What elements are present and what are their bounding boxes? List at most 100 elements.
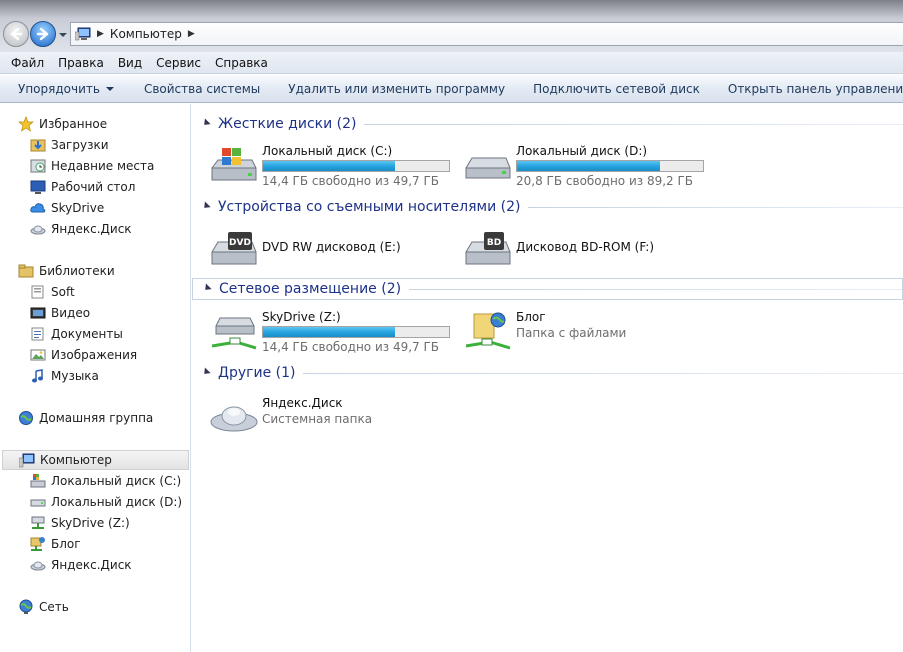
sidebar-item-downloads[interactable]: Загрузки [30,135,109,155]
forward-arrow-icon [36,27,49,41]
group-divider [364,123,903,125]
sidebar-item-pictures[interactable]: Изображения [30,345,137,365]
collapse-arrow-icon[interactable] [201,366,211,377]
drive-free-space: 14,4 ГБ свободно из 49,7 ГБ [262,174,440,188]
drive-free-space: 14,4 ГБ свободно из 49,7 ГБ [262,340,440,354]
network-drive-icon [30,515,46,531]
sidebar-label: Загрузки [51,138,109,152]
sidebar-libraries[interactable]: Библиотеки [18,261,115,281]
sidebar-label: Библиотеки [39,264,115,278]
sidebar-item-yandex-disk[interactable]: Яндекс.Диск [30,219,132,239]
sidebar-favorites[interactable]: Избранное [18,114,107,134]
drive-name: SkyDrive (Z:) [262,310,341,324]
sidebar-item-blog[interactable]: Блог [30,534,81,554]
group-header-other[interactable]: Другие (1) [192,362,903,384]
organize-label: Упорядочить [18,81,100,96]
hdd-windows-icon [211,148,257,181]
system-properties-button[interactable]: Свойства системы [138,82,274,96]
sidebar-label: Soft [51,285,75,299]
sidebar-item-recent-places[interactable]: Недавние места [30,156,154,176]
command-bar: Упорядочить Свойства системы Удалить или… [0,75,903,103]
menu-tools[interactable]: Сервис [149,56,208,70]
music-icon [30,368,46,384]
menu-help[interactable]: Справка [208,56,275,70]
sidebar-item-desktop[interactable]: Рабочий стол [30,177,135,197]
documents-icon [30,326,46,342]
sidebar-label: Изображения [51,348,138,362]
collapse-arrow-icon[interactable] [201,117,211,128]
sidebar-item-skydrive[interactable]: SkyDrive [30,198,104,218]
sidebar-label: Рабочий стол [51,180,136,194]
hdd-icon [30,494,46,510]
group-header-hard-disks[interactable]: Жесткие диски (2) [192,113,903,135]
group-header-network-location[interactable]: Сетевое размещение (2) [192,278,903,300]
back-button[interactable] [3,21,29,47]
sidebar-item-drive-z[interactable]: SkyDrive (Z:) [30,513,130,533]
libraries-icon [18,263,34,279]
folder-name: Блог [516,310,546,324]
drive-tile-z[interactable]: SkyDrive (Z:) 14,4 ГБ свободно из 49,7 Г… [210,310,460,354]
sidebar-item-yandex-disk-2[interactable]: Яндекс.Диск [30,555,132,575]
bd-badge: BD [487,238,501,248]
bd-rom-drive-icon: BD [465,232,511,265]
breadcrumb-separator[interactable]: ▶ [97,29,104,39]
folder-tile-blog[interactable]: Блог Папка с файлами [464,310,714,354]
sidebar-network[interactable]: Сеть [18,597,69,617]
map-network-drive-button[interactable]: Подключить сетевой диск [527,82,714,96]
sidebar-label: Яндекс.Диск [51,222,132,236]
open-control-panel-button[interactable]: Открыть панель управления [722,82,903,96]
sidebar-label: Яндекс.Диск [51,558,132,572]
folder-type: Системная папка [262,412,373,426]
group-divider [528,206,903,208]
sidebar-label: Локальный диск (D:) [51,495,183,509]
drive-tile-f[interactable]: BD Дисковод BD-ROM (F:) [464,226,714,270]
sidebar-item-drive-c[interactable]: Локальный диск (C:) [30,471,181,491]
group-header-removable[interactable]: Устройства со съемными носителями (2) [192,196,903,218]
folder-tile-yandex-disk[interactable]: Яндекс.Диск Системная папка [210,396,460,440]
forward-button[interactable] [30,21,56,47]
navigation-pane: Избранное Загрузки Недавние места Рабочи… [0,104,191,652]
drive-free-space: 20,8 ГБ свободно из 89,2 ГБ [516,174,694,188]
drive-name: DVD RW дисковод (E:) [262,240,401,254]
sidebar-label: Сеть [39,600,69,614]
drive-tile-d[interactable]: Локальный диск (D:) 20,8 ГБ свободно из … [464,144,714,188]
sidebar-label: SkyDrive [51,201,105,215]
sidebar-item-video[interactable]: Видео [30,303,90,323]
desktop-icon [30,179,46,195]
video-icon [30,305,46,321]
drive-usage-fill [263,327,396,337]
sidebar-label: Локальный диск (C:) [51,474,182,488]
menu-file[interactable]: Файл [4,56,51,70]
group-divider [303,372,903,374]
breadcrumb-computer[interactable]: Компьютер [110,27,182,41]
sidebar-item-drive-d[interactable]: Локальный диск (D:) [30,492,182,512]
sidebar-computer[interactable]: Компьютер [2,450,189,470]
sidebar-homegroup[interactable]: Домашняя группа [18,408,153,428]
network-drive-icon [211,317,257,350]
dvd-badge: DVD [229,238,251,248]
uninstall-program-button[interactable]: Удалить или изменить программу [282,82,519,96]
recent-pages-dropdown-icon[interactable] [58,30,68,40]
address-field[interactable]: ▶ Компьютер ▶ [70,22,903,46]
yandex-disk-icon [30,557,46,573]
folder-type: Папка с файлами [516,326,627,340]
computer-icon [19,452,35,468]
sidebar-label: Домашняя группа [39,411,154,425]
breadcrumb-separator[interactable]: ▶ [188,29,195,39]
network-icon [18,599,34,615]
group-title: Устройства со съемными носителями (2) [218,199,521,215]
sidebar-label: Избранное [39,117,108,131]
menu-edit[interactable]: Правка [51,56,111,70]
collapse-arrow-icon[interactable] [201,200,211,211]
organize-button[interactable]: Упорядочить [12,82,128,96]
sidebar-item-soft[interactable]: Soft [30,282,75,302]
sidebar-item-documents[interactable]: Документы [30,324,123,344]
drive-tile-e[interactable]: DVD DVD RW дисковод (E:) [210,226,460,270]
group-title: Жесткие диски (2) [218,116,357,132]
drive-tile-c[interactable]: Локальный диск (C:) 14,4 ГБ свободно из … [210,144,460,188]
menu-view[interactable]: Вид [111,56,149,70]
sidebar-item-music[interactable]: Музыка [30,366,99,386]
sidebar-label: Блог [51,537,81,551]
collapse-arrow-icon[interactable] [202,282,212,293]
yandex-disk-icon [210,406,258,432]
